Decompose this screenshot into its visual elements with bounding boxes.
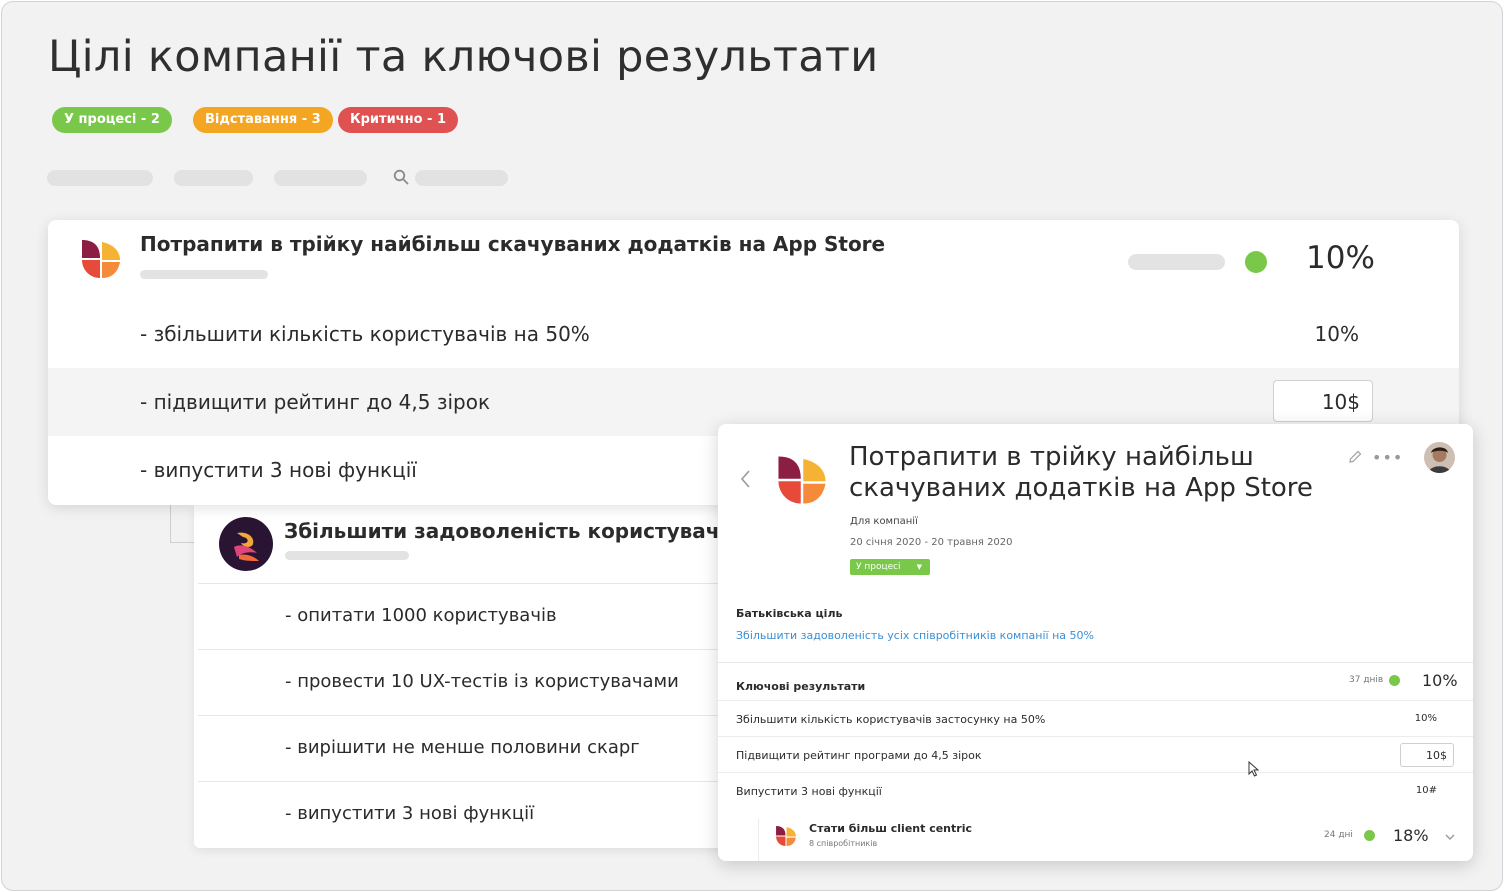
key-result-row[interactable]: Збільшити кількість користувачів застосу… <box>718 700 1473 736</box>
detail-title: Потрапити в трійку найбільш скачуваних д… <box>849 442 1313 503</box>
objective-progress: 10% <box>1306 240 1375 276</box>
avatar[interactable] <box>1424 442 1455 473</box>
more-options-icon[interactable]: ••• <box>1372 448 1403 467</box>
key-result-row[interactable]: Випустити 3 нові функції 10# <box>718 772 1473 808</box>
badge-lagging[interactable]: Відставання - 3 <box>193 107 333 133</box>
key-result-value: 10% <box>1414 713 1437 724</box>
chevron-left-icon[interactable] <box>738 468 752 490</box>
key-result-value: 10% <box>1314 322 1359 346</box>
status-placeholder <box>1128 254 1225 270</box>
search-icon[interactable] <box>393 169 409 185</box>
bird-logo-icon <box>219 517 273 571</box>
status-dot <box>1245 251 1267 273</box>
child-objective-title: Стати більш client centric <box>809 822 972 835</box>
key-result-value-input[interactable]: 10$ <box>1400 743 1454 767</box>
key-result-label: - збільшити кількість користувачів на 50… <box>140 322 590 346</box>
filter-placeholder-2[interactable] <box>174 170 253 186</box>
key-results-progress: 10% <box>1422 671 1458 690</box>
company-logo-icon <box>82 240 120 278</box>
key-result-row[interactable]: Підвищити рейтинг програми до 4,5 зірок … <box>718 736 1473 772</box>
page-title: Цілі компанії та ключові результати <box>48 32 879 82</box>
status-dot <box>1389 675 1400 686</box>
key-result-label: - випустити 3 нові функції <box>140 458 417 482</box>
search-input[interactable] <box>415 170 508 186</box>
pencil-icon[interactable] <box>1347 449 1363 465</box>
key-results-heading: Ключові результати <box>736 680 866 693</box>
secondary-subtitle-placeholder <box>285 551 409 560</box>
chevron-down-icon: ▼ <box>916 563 922 571</box>
filter-placeholder-1[interactable] <box>47 170 153 186</box>
key-result-label: - опитати 1000 користувачів <box>285 605 557 626</box>
key-result-value-input[interactable]: 10$ <box>1273 380 1373 422</box>
detail-dates: 20 січня 2020 - 20 травня 2020 <box>850 537 1013 548</box>
key-result-label: - випустити 3 нові функції <box>285 803 535 824</box>
key-result-label: - вирішити не менше половини скарг <box>285 737 640 758</box>
key-result-row[interactable]: - збільшити кількість користувачів на 50… <box>48 300 1459 368</box>
detail-owner: Для компанії <box>850 516 918 527</box>
objective-subtitle-placeholder <box>140 270 268 279</box>
key-result-value: 10# <box>1415 785 1437 796</box>
objective-title[interactable]: Потрапити в трійку найбільш скачуваних д… <box>140 232 885 256</box>
objective-detail-panel: Потрапити в трійку найбільш скачуваних д… <box>718 424 1473 861</box>
child-objective-progress: 18% <box>1393 826 1429 845</box>
key-result-label: - підвищити рейтинг до 4,5 зірок <box>140 390 491 414</box>
tree-connector <box>170 505 196 543</box>
company-logo-icon <box>778 456 826 504</box>
mouse-cursor-icon <box>1248 761 1260 777</box>
secondary-objective-title: Збільшити задоволеність користувачів на <box>284 519 774 543</box>
child-objective-row[interactable]: Стати більш client centric 8 співробітни… <box>758 819 1473 861</box>
status-dropdown-label: У процесі <box>856 562 901 572</box>
divider <box>718 662 1473 663</box>
status-dot <box>1364 830 1375 841</box>
badge-critical[interactable]: Критично - 1 <box>338 107 459 133</box>
company-logo-icon <box>776 826 796 846</box>
filter-placeholder-3[interactable] <box>274 170 367 186</box>
days-remaining: 37 днів <box>1349 675 1384 685</box>
parent-goal-heading: Батьківська ціль <box>736 607 843 620</box>
chevron-down-icon[interactable] <box>1444 832 1456 842</box>
parent-goal-link[interactable]: Збільшити задоволеність усіх співробітни… <box>736 629 1094 642</box>
child-objective-subtitle: 8 співробітників <box>809 839 878 848</box>
key-result-label: Збільшити кількість користувачів застосу… <box>736 713 1046 726</box>
badge-in-progress[interactable]: У процесі - 2 <box>52 107 172 133</box>
key-result-label: - провести 10 UX-тестів із користувачами <box>285 671 679 692</box>
days-remaining: 24 дні <box>1324 830 1353 840</box>
status-dropdown[interactable]: У процесі ▼ <box>850 559 930 575</box>
key-result-label: Підвищити рейтинг програми до 4,5 зірок <box>736 749 982 762</box>
key-result-label: Випустити 3 нові функції <box>736 785 882 798</box>
app-window: Цілі компанії та ключові результати У пр… <box>1 1 1503 891</box>
